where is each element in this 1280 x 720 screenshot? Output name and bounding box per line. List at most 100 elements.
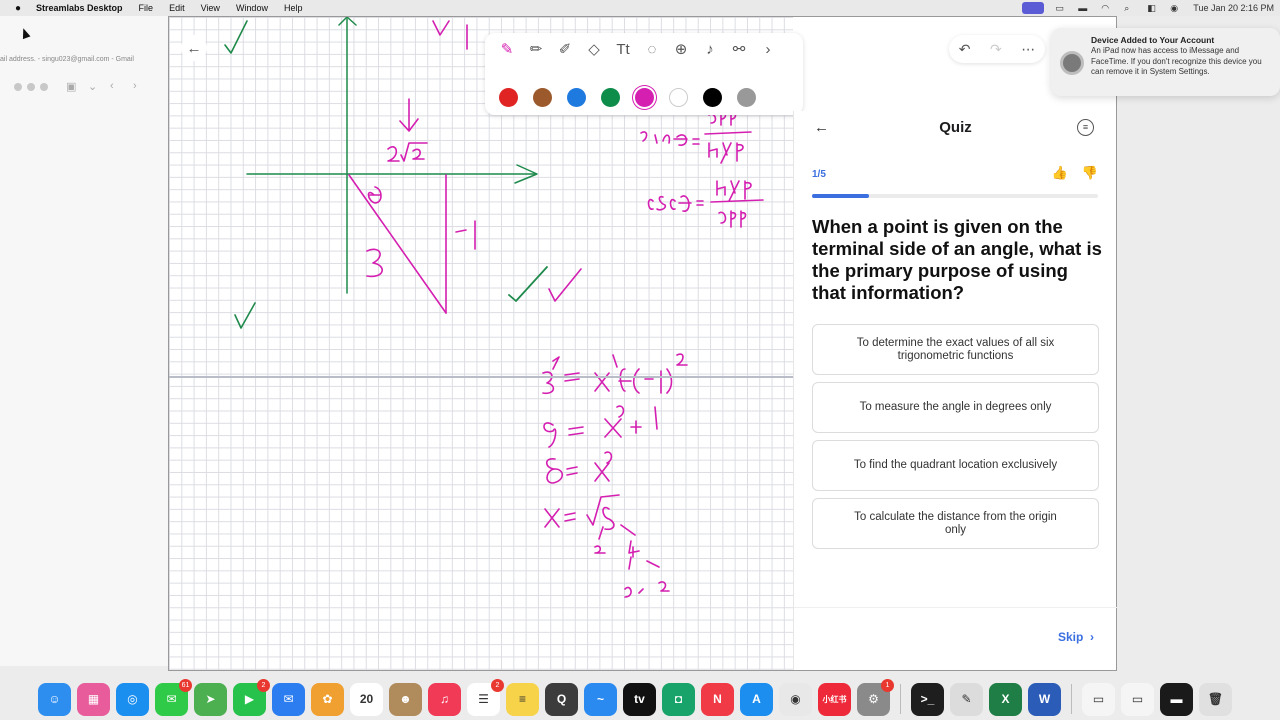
reminders-icon: ☰: [478, 692, 489, 706]
redo-icon[interactable]: ↷: [990, 41, 1002, 58]
skip-button[interactable]: Skip ›: [1058, 630, 1094, 644]
close-button[interactable]: [14, 83, 22, 91]
eq4-tree-stroke: [594, 524, 670, 598]
back-button[interactable]: ←: [181, 35, 207, 61]
add-icon[interactable]: ⊕: [671, 39, 691, 59]
apple-tv-icon: tv: [634, 692, 645, 706]
wifi-icon[interactable]: ◠: [1101, 3, 1113, 13]
color-swatches: [499, 88, 756, 107]
dock-app-remote[interactable]: ◘: [662, 682, 695, 716]
dock-app-contacts[interactable]: ☻: [389, 682, 422, 716]
quiz-footer-divider: [794, 607, 1117, 608]
thumbs-down-icon[interactable]: 👎: [1082, 165, 1098, 181]
dock-app-excel[interactable]: X: [989, 682, 1022, 716]
quiz-option-2[interactable]: To measure the angle in degrees only: [812, 382, 1099, 433]
background-browser-window[interactable]: ail address. - singu023@gmail.com - Gmai…: [0, 16, 170, 666]
eraser-icon[interactable]: ◇: [584, 39, 604, 59]
remote-icon: ◘: [674, 692, 683, 706]
quiz-option-3[interactable]: To find the quadrant location exclusivel…: [812, 440, 1099, 491]
battery-icon[interactable]: ▬: [1078, 3, 1090, 13]
color-swatch-brown[interactable]: [533, 88, 552, 107]
back-icon[interactable]: ‹: [110, 80, 114, 92]
theta-label-stroke: [367, 186, 382, 204]
forward-icon[interactable]: ›: [133, 80, 137, 92]
dock-app-photos[interactable]: ✿: [311, 682, 344, 716]
dock-app-app-store[interactable]: A: [740, 682, 773, 716]
dock-app-mail[interactable]: ✉: [272, 682, 305, 716]
dock-app-rednote[interactable]: 小红书: [818, 682, 851, 716]
dock-app-document[interactable]: ▭: [1082, 682, 1115, 716]
dock-app-terminal[interactable]: >_: [911, 682, 944, 716]
quicktime-icon: Q: [556, 692, 567, 706]
menu-edit[interactable]: Edit: [161, 3, 193, 13]
more-options-icon[interactable]: ⋯: [1021, 41, 1035, 58]
chevron-down-icon[interactable]: ⌄: [88, 80, 97, 93]
streamlabs-status-icon[interactable]: [1022, 2, 1045, 14]
color-swatch-red[interactable]: [499, 88, 518, 107]
dock-app-reminders[interactable]: ☰ 2: [467, 678, 504, 716]
dock-app-notes[interactable]: ≡: [506, 682, 539, 716]
screen-icon[interactable]: ▭: [1055, 3, 1067, 13]
pencil-icon[interactable]: ✏: [526, 39, 546, 59]
pen-icon[interactable]: ✎: [497, 39, 517, 59]
siri-icon[interactable]: ◉: [1170, 3, 1182, 13]
dock-app-news[interactable]: N: [701, 682, 734, 716]
color-swatch-blue[interactable]: [567, 88, 586, 107]
dock-app-folder[interactable]: ▭: [1121, 682, 1154, 716]
color-swatch-black[interactable]: [703, 88, 722, 107]
apple-icon[interactable]: ●: [0, 3, 36, 14]
dock-app-apple-tv[interactable]: tv: [623, 682, 656, 716]
search-icon[interactable]: ⌕: [1124, 3, 1136, 13]
menu-extras: ▭ ▬ ◠ ⌕ ◧ ◉ Tue Jan 20 2:16 PM: [1022, 0, 1274, 16]
notification-badge: 2: [491, 678, 504, 692]
dock-app-facetime[interactable]: ▶ 2: [233, 678, 270, 716]
dock-app-chrome[interactable]: ◉: [779, 682, 812, 716]
chevron-right-icon[interactable]: ›: [758, 39, 778, 59]
menu-view[interactable]: View: [193, 3, 228, 13]
microphone-icon[interactable]: ♪: [700, 39, 720, 59]
notification-body: An iPad now has access to iMessage and F…: [1091, 46, 1262, 77]
skip-label: Skip: [1057, 630, 1084, 644]
color-swatch-white[interactable]: [669, 88, 688, 107]
ipad-window[interactable]: ← ✎ ✏ ✐ ◇ Tt ◌ ⊕ ♪ ⚯ › ↶ ↷ ⋯ ← Quiz ≡ 1/…: [168, 16, 1117, 671]
quiz-option-1[interactable]: To determine the exact values of all six…: [812, 324, 1099, 375]
dock-app-messages[interactable]: ✉ 61: [155, 678, 192, 716]
quiz-option-4[interactable]: To calculate the distance from the origi…: [812, 498, 1099, 549]
quiz-panel: ← Quiz ≡ 1/5 👍 👎 When a point is given o…: [793, 111, 1117, 670]
dock-app-music[interactable]: ♫: [428, 682, 461, 716]
dock-app-calendar[interactable]: 20: [350, 682, 383, 716]
marker-icon[interactable]: ✐: [555, 39, 575, 59]
sidebar-toggle-icon[interactable]: ▣: [66, 80, 76, 93]
dock-app-screen-recording[interactable]: ▬: [1160, 682, 1193, 716]
dock-app-script-editor[interactable]: ✎: [950, 682, 983, 716]
dock-app-finder[interactable]: ☺: [38, 682, 71, 716]
color-swatch-magenta[interactable]: [635, 88, 654, 107]
dock-app-safari[interactable]: ◎: [116, 682, 149, 716]
excel-icon: X: [1001, 692, 1010, 706]
lasso-icon[interactable]: ◌: [642, 39, 662, 59]
dock-app-launchpad[interactable]: ▦: [77, 682, 110, 716]
quiz-menu-icon[interactable]: ≡: [1077, 119, 1094, 136]
dock-app-quicktime[interactable]: Q: [545, 682, 578, 716]
browser-tab-title[interactable]: ail address. - singu023@gmail.com - Gmai…: [0, 56, 134, 63]
menu-clock[interactable]: Tue Jan 20 2:16 PM: [1193, 3, 1274, 13]
link-icon[interactable]: ⚯: [729, 39, 749, 59]
undo-icon[interactable]: ↶: [959, 41, 971, 58]
menu-file[interactable]: File: [131, 3, 162, 13]
menu-window[interactable]: Window: [228, 3, 276, 13]
menu-app-name[interactable]: Streamlabs Desktop: [36, 3, 131, 13]
notification-banner[interactable]: Device Added to Your Account An iPad now…: [1051, 28, 1280, 96]
text-icon[interactable]: Tt: [613, 39, 633, 59]
dock-app-maps[interactable]: ➤: [194, 682, 227, 716]
thumbs-up-icon[interactable]: 👍: [1052, 165, 1068, 181]
control-center-icon[interactable]: ◧: [1147, 3, 1159, 13]
color-swatch-gray[interactable]: [737, 88, 756, 107]
dock-app-freeform[interactable]: ~: [584, 682, 617, 716]
color-swatch-green[interactable]: [601, 88, 620, 107]
dock-app-system-settings[interactable]: ⚙ 1: [857, 678, 894, 716]
minimize-button[interactable]: [27, 83, 35, 91]
menu-help[interactable]: Help: [276, 3, 311, 13]
dock-app-trash[interactable]: 🗑: [1199, 682, 1232, 716]
dock-app-word[interactable]: W: [1028, 682, 1061, 716]
zoom-button[interactable]: [40, 83, 48, 91]
